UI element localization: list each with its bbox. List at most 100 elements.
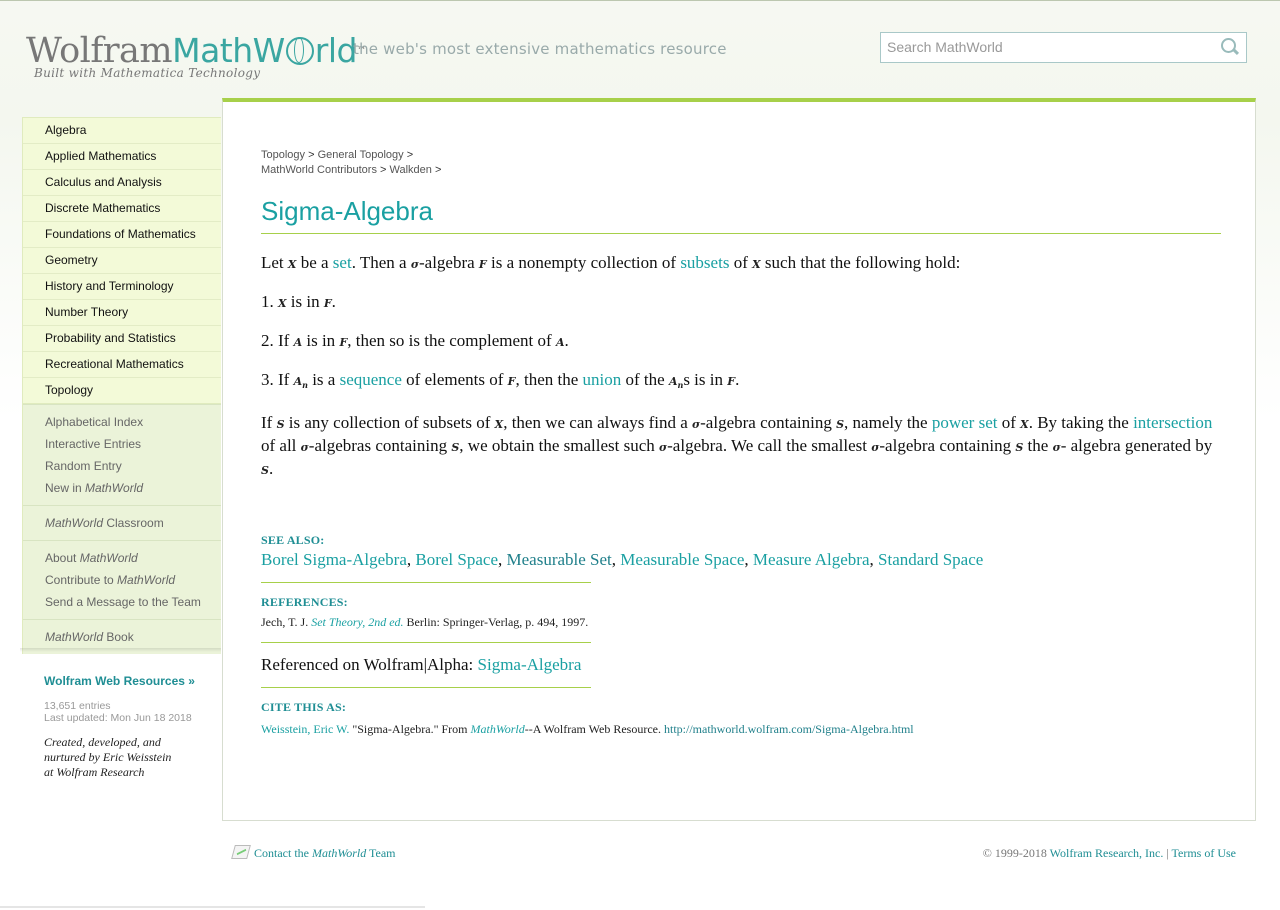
contribute-label: Contribute to [45,573,118,587]
breadcrumb-walkden[interactable]: Walkden [390,164,432,176]
math-symbol: F [727,375,736,388]
breadcrumb-line: MathWorld Contributors > Walkden > [261,163,1221,178]
generated-algebra-paragraph: If S is any collection of subsets of X , … [261,412,1221,481]
link-power-set[interactable]: power set [932,413,998,432]
see-also-borel-sigma-algebra[interactable]: Borel Sigma-Algebra [261,550,407,569]
text: -algebra containing [700,413,837,433]
sidebar-item-geometry[interactable]: Geometry [23,248,221,274]
see-also-standard-space[interactable]: Standard Space [878,550,983,569]
math-symbol: σ [300,441,309,455]
link-intersection[interactable]: intersection [1133,413,1212,432]
text: is in [286,292,324,311]
terms-of-use-link[interactable]: Terms of Use [1172,846,1236,860]
see-also-borel-space[interactable]: Borel Space [415,550,498,569]
text: , then so is the complement of [347,331,556,350]
sidebar: Algebra Applied Mathematics Calculus and… [22,117,221,654]
cite-text: "Sigma-Algebra." From [349,722,471,737]
text: -algebra [418,253,479,272]
search-box [880,32,1247,63]
site-credit: Created, developed, and nurtured by Eric… [44,735,171,780]
sidebar-item-foundations-of-mathematics[interactable]: Foundations of Mathematics [23,222,221,248]
sidebar-item-history-and-terminology[interactable]: History and Terminology [23,274,221,300]
text: such that the following hold: [760,253,961,272]
text: of [729,253,753,272]
sidebar-item-probability-and-statistics[interactable]: Probability and Statistics [23,326,221,352]
math-symbol-base: A [293,375,303,388]
interactive-entries-link[interactable]: Interactive Entries [45,433,221,455]
text: 2. If [261,331,294,350]
send-message-link[interactable]: Send a Message to the Team [45,591,221,613]
text: of elements of [401,370,508,389]
text: . By taking the [1028,413,1134,433]
text: is in [302,331,340,350]
sidebar-item-number-theory[interactable]: Number Theory [23,300,221,326]
section-divider [261,687,591,689]
contribute-link[interactable]: Contribute to MathWorld [45,569,221,591]
breadcrumb-separator: > [434,164,442,176]
wolfram-alpha-link[interactable]: Sigma-Algebra [478,655,582,674]
definition-paragraph: Let X be a set. Then a σ-algebra F is a … [261,252,1221,275]
see-also-links: Borel Sigma-Algebra, Borel Space, Measur… [261,550,1221,570]
article-panel: Topology > General Topology > MathWorld … [222,98,1256,821]
alphabetical-index-link[interactable]: Alphabetical Index [45,411,221,433]
see-also-measure-algebra[interactable]: Measure Algebra [753,550,870,569]
reference-book-link[interactable]: Set Theory, 2nd ed. [311,615,403,629]
random-entry-link[interactable]: Random Entry [45,455,221,477]
references-heading: REFERENCES: [261,595,348,610]
site-logo[interactable]: WolframMathW rld™ the web's most extensiv… [26,30,726,86]
text: of the [621,370,669,389]
sidebar-item-discrete-mathematics[interactable]: Discrete Mathematics [23,196,221,222]
mathworld-book-link[interactable]: MathWorld Book [45,626,221,648]
link-sequence[interactable]: sequence [340,370,402,389]
logo-mathworld-end: rld [314,31,358,70]
copyright-text: © 1999-2018 [982,846,1050,860]
math-symbol: X [494,418,504,432]
bottom-divider [0,906,425,908]
math-symbol: σ [410,258,419,271]
link-set[interactable]: set [333,253,352,272]
cite-mathworld-link[interactable]: MathWorld [470,722,524,736]
text: be a [296,253,333,272]
text: If [261,413,277,433]
search-button[interactable] [1220,37,1240,57]
mathworld-classroom-link[interactable]: MathWorld Classroom [45,512,221,534]
text: . [564,331,569,350]
see-also-measurable-set[interactable]: Measurable Set [507,550,612,569]
breadcrumb-contributors[interactable]: MathWorld Contributors [261,164,377,176]
link-union[interactable]: union [583,370,622,389]
page-title: Sigma-Algebra [261,196,1221,234]
search-input[interactable] [887,37,1207,57]
new-in-mathworld-link[interactable]: New in MathWorld [45,477,221,499]
wolfram-research-link[interactable]: Wolfram Research, Inc. [1050,846,1164,860]
sidebar-item-calculus-and-analysis[interactable]: Calculus and Analysis [23,170,221,196]
about-mathworld-link[interactable]: About MathWorld [45,547,221,569]
contact-team-link[interactable]: Contact the MathWorld Team [231,845,395,861]
breadcrumb-separator: > [406,149,414,161]
breadcrumb-topology[interactable]: Topology [261,149,305,161]
cite-author-link[interactable]: Weisstein, Eric W. [261,722,349,736]
sidebar-item-applied-mathematics[interactable]: Applied Mathematics [23,144,221,170]
credit-line: at Wolfram Research [44,765,145,779]
breadcrumb-general-topology[interactable]: General Topology [318,149,404,161]
mathworld-name: MathWorld [45,630,104,644]
wolfram-web-resources-link[interactable]: Wolfram Web Resources » [44,674,195,688]
globe-icon [285,37,314,65]
breadcrumb: Topology > General Topology > MathWorld … [261,148,1221,178]
footer-separator: | [1163,846,1172,860]
wolfram-alpha-reference: Referenced on Wolfram|Alpha: Sigma-Algeb… [261,655,1221,675]
sidebar-item-topology[interactable]: Topology [23,378,221,403]
sidebar-item-algebra[interactable]: Algebra [23,118,221,144]
sidebar-item-recreational-mathematics[interactable]: Recreational Mathematics [23,352,221,378]
math-symbol: σ [659,441,668,455]
link-subsets[interactable]: subsets [680,253,729,272]
about-label: About [45,551,80,565]
text: , namely the [844,413,932,433]
classroom-label: Classroom [103,516,164,530]
text: is a nonempty collection of [486,253,681,272]
axiom-2: 2. If A is in F, then so is the compleme… [261,330,1221,353]
see-also-measurable-space[interactable]: Measurable Space [620,550,744,569]
cite-url-link[interactable]: http://mathworld.wolfram.com/Sigma-Algeb… [664,722,914,736]
secondary-nav: Alphabetical Index Interactive Entries R… [22,404,221,654]
text: is any collection of subsets of [284,413,495,433]
math-symbol: S [276,418,285,432]
